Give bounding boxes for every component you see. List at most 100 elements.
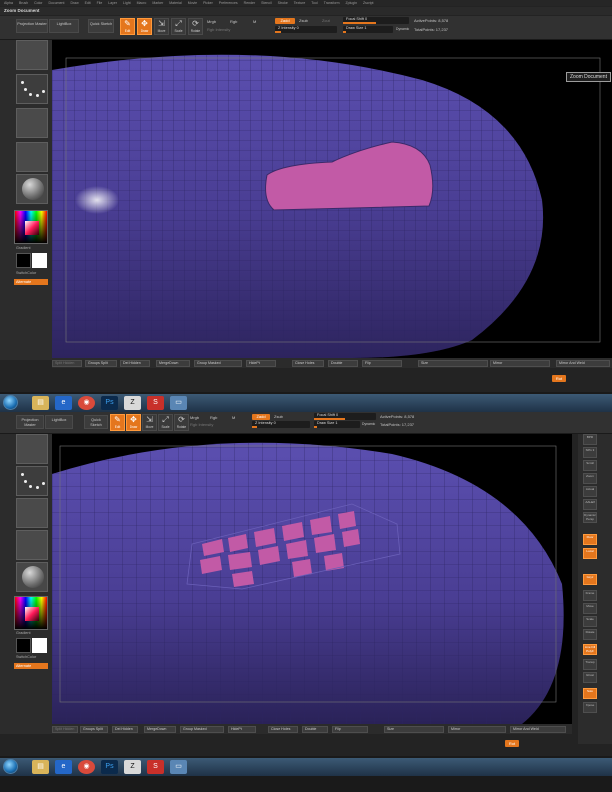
move-view-button[interactable]: Move <box>583 603 597 614</box>
split-hidden-button[interactable]: Split Hidden <box>52 360 82 367</box>
chrome-icon[interactable]: ◉ <box>78 396 95 410</box>
start-orb-icon[interactable] <box>3 759 18 774</box>
dynamic-button[interactable]: Dynamic <box>396 27 409 31</box>
del-hidden-button[interactable]: Del Hidden <box>120 360 150 367</box>
color-picker[interactable] <box>14 210 48 244</box>
z-intensity-slider[interactable]: Z Intensity 0 <box>275 26 337 33</box>
rgb-button[interactable]: Rgb <box>210 415 217 420</box>
solo-button[interactable]: Solo <box>583 688 597 699</box>
screen-icon[interactable]: ▭ <box>170 396 187 410</box>
menu-item[interactable]: File <box>97 1 103 5</box>
material-sphere-icon[interactable] <box>16 174 48 204</box>
alternate-button[interactable]: Alternate <box>14 663 48 669</box>
z-intensity-slider[interactable]: Z Intensity 0 <box>252 421 310 428</box>
merge-down-button[interactable]: MergeDown <box>156 360 190 367</box>
color-picker[interactable] <box>14 596 48 630</box>
projection-master-button[interactable]: Projection Master <box>16 19 48 33</box>
screen-icon[interactable]: ▭ <box>170 760 187 774</box>
move-button[interactable]: ⇲ Move <box>154 18 169 35</box>
hide-pt-button[interactable]: HidePt <box>228 726 256 733</box>
quick-sketch-button[interactable]: Quick Sketch <box>88 19 114 33</box>
start-orb-icon[interactable] <box>3 395 18 410</box>
menu-item[interactable]: Texture <box>294 1 305 5</box>
flip-button[interactable]: Flip <box>362 360 402 367</box>
double-button[interactable]: Double <box>302 726 328 733</box>
menu-item[interactable]: Layer <box>108 1 117 5</box>
menu-item[interactable]: Alpha <box>4 1 13 5</box>
ghost-button[interactable]: Ghost <box>583 672 597 683</box>
rgb-button[interactable]: Rgb <box>230 19 237 24</box>
menu-item[interactable]: Zscript <box>363 1 374 5</box>
focal-shift-slider[interactable]: Focal Shift 0 <box>314 413 376 420</box>
menu-item[interactable]: Document <box>48 1 64 5</box>
mirror-button[interactable]: Mirror <box>490 360 550 367</box>
menu-item[interactable]: Material <box>169 1 181 5</box>
material-sphere-icon[interactable] <box>16 562 48 592</box>
m-button[interactable]: M <box>232 415 235 420</box>
mrgb-button[interactable]: Mrgb <box>190 415 199 420</box>
canvas-viewport[interactable]: Zoom Document <box>52 40 612 358</box>
mirror-button[interactable]: Mirror <box>448 726 506 733</box>
size-slider[interactable]: Size <box>418 360 488 367</box>
sketchup-icon[interactable]: S <box>147 396 164 410</box>
menu-item[interactable]: Zplugin <box>346 1 357 5</box>
draw-size-slider[interactable]: Draw Size 1 <box>343 26 393 33</box>
stroke-thumbnail[interactable] <box>16 74 48 104</box>
rot-button[interactable]: Rot <box>505 740 519 747</box>
quick-sketch-button[interactable]: Quick Sketch <box>84 415 108 429</box>
merge-down-button[interactable]: MergeDown <box>144 726 176 733</box>
double-button[interactable]: Double <box>328 360 358 367</box>
ie-icon[interactable]: e <box>55 396 72 410</box>
move-button[interactable]: ⇲ Move <box>142 414 157 431</box>
menu-item[interactable]: Stencil <box>261 1 272 5</box>
size-slider[interactable]: Size <box>384 726 444 733</box>
menu-item[interactable]: Brush <box>19 1 28 5</box>
zadd-button[interactable]: Zadd <box>252 414 270 420</box>
menu-item[interactable]: Edit <box>85 1 91 5</box>
menu-item[interactable]: Stroke <box>278 1 288 5</box>
draw-size-slider[interactable]: Draw Size 1 <box>314 421 360 428</box>
zcut-button[interactable]: Zcut <box>322 18 330 23</box>
alternate-button[interactable]: Alternate <box>14 279 48 285</box>
scale-button[interactable]: ⤢ Scale <box>171 18 186 35</box>
secondary-color-swatch[interactable] <box>32 253 47 268</box>
alpha-thumbnail[interactable] <box>16 108 48 138</box>
chrome-icon[interactable]: ◉ <box>78 760 95 774</box>
zadd-button[interactable]: Zadd <box>275 18 295 24</box>
gradient-label[interactable]: Gradient <box>16 246 31 250</box>
mrgb-button[interactable]: Mrgb <box>207 19 216 24</box>
zsub-button[interactable]: Zsub <box>299 18 308 23</box>
menu-item[interactable]: Tool <box>311 1 317 5</box>
zoom-button[interactable]: Zoom <box>583 473 597 484</box>
gxyz-button[interactable]: Gxyz <box>583 574 597 585</box>
floor-button[interactable]: Floor <box>583 534 597 545</box>
rot-button[interactable]: Rot <box>552 375 566 382</box>
close-holes-button[interactable]: Close Holes <box>268 726 298 733</box>
zbrush-icon[interactable]: Z <box>124 396 141 410</box>
bpr-button[interactable]: BPR <box>583 434 597 445</box>
lightbox-button[interactable]: LightBox <box>49 19 79 33</box>
rgb-intensity-slider[interactable]: Rgb Intensity <box>190 422 213 427</box>
menu-item[interactable]: Preferences <box>219 1 238 5</box>
close-holes-button[interactable]: Close Holes <box>292 360 324 367</box>
brush-thumbnail[interactable] <box>16 40 48 70</box>
switch-color-label[interactable]: SwitchColor <box>16 271 36 275</box>
draw-button[interactable]: ✥ Draw <box>126 414 141 431</box>
explorer-icon[interactable]: ▤ <box>32 396 49 410</box>
brush-thumbnail[interactable] <box>16 434 48 464</box>
flip-button[interactable]: Flip <box>332 726 368 733</box>
menu-item[interactable]: Color <box>34 1 42 5</box>
menu-item[interactable]: Render <box>244 1 255 5</box>
draw-button[interactable]: ✥ Draw <box>137 18 152 35</box>
aahalf-button[interactable]: AAHalf <box>583 499 597 510</box>
group-masked-button[interactable]: Group Masked <box>180 726 224 733</box>
menu-item[interactable]: Light <box>123 1 131 5</box>
zsub-button[interactable]: Zsub <box>274 414 283 419</box>
stroke-thumbnail[interactable] <box>16 466 48 496</box>
explorer-icon[interactable]: ▤ <box>32 760 49 774</box>
texture-thumbnail[interactable] <box>16 142 48 172</box>
menu-item[interactable]: Draw <box>70 1 78 5</box>
transp-button[interactable]: Transp <box>583 659 597 670</box>
gradient-label[interactable]: Gradient <box>16 631 31 635</box>
rotate-button[interactable]: ⟳ Rotate <box>174 414 189 431</box>
